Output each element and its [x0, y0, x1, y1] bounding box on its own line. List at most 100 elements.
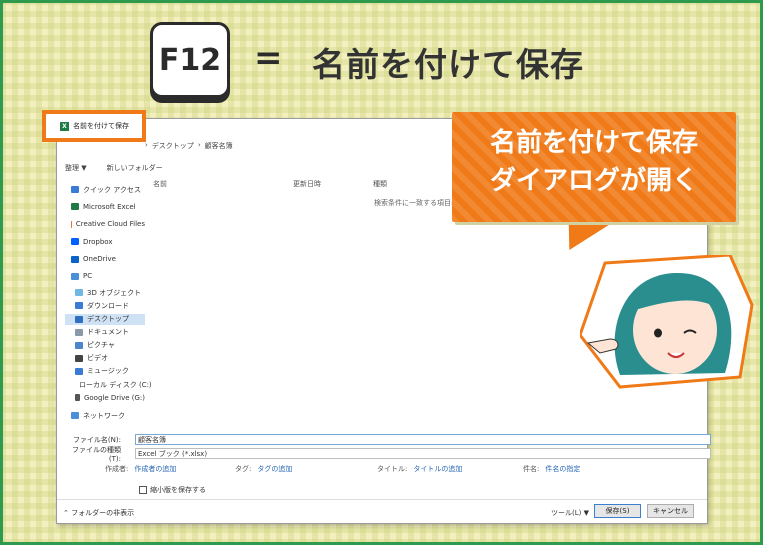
filename-label: ファイル名(N): — [72, 435, 121, 444]
sidebar-item-pc[interactable]: PC — [65, 270, 145, 283]
author-field: 作成者: 作成者の追加 — [105, 464, 176, 474]
breadcrumb-separator: › — [197, 141, 201, 149]
sidebar-item-excel[interactable]: Microsoft Excel — [65, 200, 145, 213]
excel-icon — [71, 203, 79, 211]
breadcrumb-separator: › — [145, 141, 148, 149]
breadcrumb[interactable]: › デスクトップ › 顧客名簿 — [145, 141, 233, 151]
speech-bubble-line-2: ダイアログが開く — [489, 166, 698, 196]
onedrive-icon — [71, 255, 79, 263]
equals-sign: = — [254, 38, 283, 78]
column-modified[interactable]: 更新日時 — [293, 179, 373, 189]
tools-menu[interactable]: ツール(L) ▼ — [551, 508, 589, 518]
author-link[interactable]: 作成者の追加 — [134, 464, 176, 474]
subject-field: 件名: 件名の指定 — [523, 464, 580, 474]
title-field-link[interactable]: タイトルの追加 — [413, 464, 462, 474]
save-button[interactable]: 保存(S) — [594, 504, 641, 518]
sidebar-item-label: OneDrive — [83, 255, 116, 264]
sidebar-item-label: ビデオ — [87, 354, 108, 363]
new-folder-button[interactable]: 新しいフォルダー — [107, 163, 163, 173]
thumbnail-checkbox[interactable] — [139, 486, 147, 494]
column-name[interactable]: 名前 — [153, 179, 293, 189]
sidebar-item-folder[interactable]: 3D オブジェクト — [65, 287, 145, 298]
sidebar-item-onedrive[interactable]: OneDrive — [65, 253, 145, 266]
dialog-title: 名前を付けて保存 — [73, 122, 129, 130]
network-icon — [71, 412, 79, 420]
title-field: タイトル: タイトルの追加 — [377, 464, 462, 474]
sidebar-item-label: ピクチャ — [87, 341, 115, 350]
music-icon — [75, 367, 83, 375]
chevron-up-icon: ⌃ — [63, 509, 69, 517]
pc-icon — [71, 272, 79, 280]
sidebar-item-label: Microsoft Excel — [83, 202, 136, 211]
page-title: 名前を付けて保存 — [312, 45, 584, 84]
subject-label: 件名: — [523, 465, 540, 473]
filetype-select[interactable]: Excel ブック (*.xlsx) — [135, 448, 711, 459]
filetype-row: ファイルの種類(T): Excel ブック (*.xlsx) — [65, 446, 711, 463]
sidebar-item-star[interactable]: クイック アクセス — [65, 183, 145, 196]
speech-bubble-tail — [551, 220, 617, 250]
dialog-bottom-bar: ⌃ フォルダーの非表示 ツール(L) ▼ 保存(S) キャンセル — [57, 499, 707, 523]
sidebar-item-doc[interactable]: ドキュメント — [65, 327, 145, 338]
column-type[interactable]: 種類 — [373, 179, 433, 189]
tags-link[interactable]: タグの追加 — [257, 464, 292, 474]
tools-arrow-icon: ▼ — [583, 509, 589, 517]
sidebar-item-dropbox[interactable]: Dropbox — [65, 235, 145, 248]
sidebar-item-label: ドキュメント — [87, 328, 129, 337]
sidebar-item-desktop[interactable]: デスクトップ — [65, 313, 145, 325]
tools-label: ツール(L) — [551, 509, 582, 517]
speech-bubble: 名前を付けて保存 ダイアログが開く — [452, 112, 742, 252]
folder-icon — [75, 289, 83, 297]
sidebar-item-label: Google Drive (G:) — [83, 393, 145, 402]
sidebar-item-label: クイック アクセス — [83, 185, 141, 194]
cancel-button[interactable]: キャンセル — [647, 504, 694, 518]
filetype-label: ファイルの種類(T): — [72, 445, 121, 463]
character-eye-left — [654, 328, 662, 338]
gdrive-icon — [75, 394, 80, 402]
cc-icon — [71, 220, 72, 228]
pic-icon — [75, 341, 83, 349]
sidebar-item-label: Dropbox — [83, 237, 113, 246]
filetype-value: Excel ブック (*.xlsx) — [138, 449, 208, 458]
filename-row: ファイル名(N): 顧客名簿 — [65, 434, 711, 445]
sidebar-item-cc[interactable]: Creative Cloud Files — [65, 218, 145, 231]
sidebar-item-label: ローカル ディスク (C:) — [79, 380, 152, 389]
f12-keycap: F12 — [150, 22, 230, 98]
sidebar-item-label: ミュージック — [87, 367, 129, 376]
download-icon — [75, 302, 83, 310]
dialog-toolbar: 整理 ▼ 新しいフォルダー — [65, 163, 163, 173]
sidebar-item-label: Creative Cloud Files — [75, 220, 145, 229]
star-icon — [71, 186, 79, 193]
doc-icon — [75, 328, 83, 336]
empty-message: 検索条件に一致する項目は — [374, 199, 458, 207]
sidebar-item-pic[interactable]: ピクチャ — [65, 340, 145, 351]
video-icon — [75, 354, 83, 362]
title-field-label: タイトル: — [377, 465, 408, 473]
subject-link[interactable]: 件名の指定 — [545, 464, 580, 474]
speech-bubble-text: 名前を付けて保存 ダイアログが開く — [452, 124, 736, 200]
sidebar-item-download[interactable]: ダウンロード — [65, 300, 145, 311]
organize-button[interactable]: 整理 ▼ — [65, 163, 87, 173]
sidebar-item-disk[interactable]: ローカル ディスク (C:) — [65, 379, 152, 390]
sidebar-item-label: PC — [83, 272, 93, 281]
breadcrumb-item-folder[interactable]: 顧客名簿 — [205, 141, 233, 151]
thumbnail-label: 縮小版を保存する — [150, 486, 206, 494]
sidebar-item-label: デスクトップ — [87, 315, 129, 324]
desktop-icon — [75, 315, 83, 323]
sidebar-item-network[interactable]: ネットワーク — [65, 409, 145, 422]
navigation-pane: クイック アクセス Microsoft Excel Creative Cloud F… — [65, 183, 152, 426]
hide-folders-label: フォルダーの非表示 — [71, 509, 135, 517]
breadcrumb-item-desktop[interactable]: デスクトップ — [152, 141, 194, 151]
sidebar-item-gdrive[interactable]: Google Drive (G:) — [65, 392, 145, 403]
sidebar-item-label: 3D オブジェクト — [87, 288, 142, 297]
tags-label: タグ: — [235, 465, 252, 473]
character-illustration — [580, 255, 754, 389]
filename-input[interactable]: 顧客名簿 — [135, 434, 711, 445]
tags-field: タグ: タグの追加 — [235, 464, 292, 474]
sidebar-item-label: ダウンロード — [87, 301, 129, 310]
author-label: 作成者: — [105, 465, 129, 473]
sidebar-item-video[interactable]: ビデオ — [65, 353, 145, 364]
sidebar-item-music[interactable]: ミュージック — [65, 366, 145, 377]
thumbnail-option[interactable]: 縮小版を保存する — [139, 485, 206, 495]
hide-folders-toggle[interactable]: ⌃ フォルダーの非表示 — [63, 508, 134, 518]
sidebar-item-label: ネットワーク — [83, 411, 125, 420]
